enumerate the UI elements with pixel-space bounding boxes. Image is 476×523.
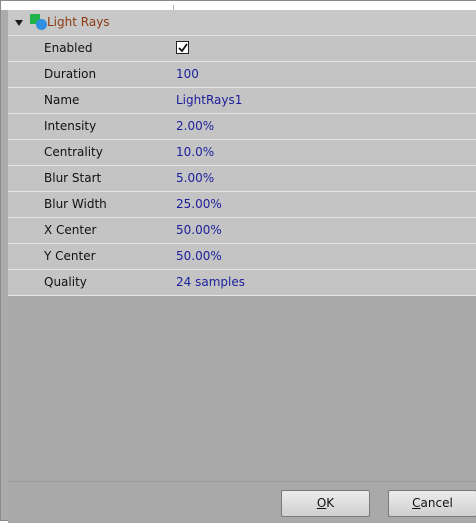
property-row-intensity[interactable]: Intensity 2.00%: [8, 114, 476, 140]
light-rays-effect-icon: [30, 14, 48, 31]
property-label: Blur Width: [44, 197, 107, 211]
property-row-duration[interactable]: Duration 100: [8, 62, 476, 88]
property-label: Quality: [44, 275, 87, 289]
property-label: Duration: [44, 67, 97, 81]
property-label: Blur Start: [44, 171, 102, 185]
ok-mnemonic: O: [316, 496, 327, 510]
cancel-label-rest: ancel: [420, 496, 453, 510]
ok-button[interactable]: OK: [281, 490, 370, 517]
expand-triangle-icon[interactable]: [15, 20, 23, 26]
property-value[interactable]: 2.00%: [176, 119, 214, 133]
enabled-checkbox[interactable]: [176, 41, 189, 54]
property-row-blur-width[interactable]: Blur Width 25.00%: [8, 192, 476, 218]
property-label: Centrality: [44, 145, 103, 159]
property-list: Enabled Duration 100 Name LightRays1 Int…: [8, 36, 476, 296]
dialog-window: Light Rays Enabled Duration 100 Name Lig…: [0, 0, 476, 523]
cancel-mnemonic: C: [412, 496, 421, 510]
property-label: Intensity: [44, 119, 97, 133]
dialog-footer: OK Cancel: [8, 481, 476, 523]
top-strip: [1, 1, 476, 10]
property-value[interactable]: LightRays1: [176, 93, 242, 107]
property-panel: Light Rays Enabled Duration 100 Name Lig…: [8, 10, 476, 481]
property-label: Name: [44, 93, 80, 107]
property-row-enabled[interactable]: Enabled: [8, 36, 476, 62]
property-row-x-center[interactable]: X Center 50.00%: [8, 218, 476, 244]
property-row-centrality[interactable]: Centrality 10.0%: [8, 140, 476, 166]
property-row-blur-start[interactable]: Blur Start 5.00%: [8, 166, 476, 192]
property-value[interactable]: 100: [176, 67, 199, 81]
property-row-y-center[interactable]: Y Center 50.00%: [8, 244, 476, 270]
property-label: Y Center: [44, 249, 96, 263]
property-value[interactable]: 24 samples: [176, 275, 245, 289]
property-value[interactable]: 50.00%: [176, 223, 222, 237]
checkmark-icon: [178, 43, 188, 53]
property-row-quality[interactable]: Quality 24 samples: [8, 270, 476, 296]
effect-title: Light Rays: [47, 15, 110, 29]
cancel-button[interactable]: Cancel: [388, 490, 476, 517]
property-value[interactable]: 25.00%: [176, 197, 222, 211]
property-row-name[interactable]: Name LightRays1: [8, 88, 476, 114]
property-value[interactable]: 50.00%: [176, 249, 222, 263]
effect-header-row[interactable]: Light Rays: [8, 10, 476, 36]
ok-label-rest: K: [326, 496, 335, 510]
property-label: Enabled: [44, 41, 93, 55]
property-label: X Center: [44, 223, 97, 237]
property-value[interactable]: 10.0%: [176, 145, 214, 159]
property-value[interactable]: 5.00%: [176, 171, 214, 185]
